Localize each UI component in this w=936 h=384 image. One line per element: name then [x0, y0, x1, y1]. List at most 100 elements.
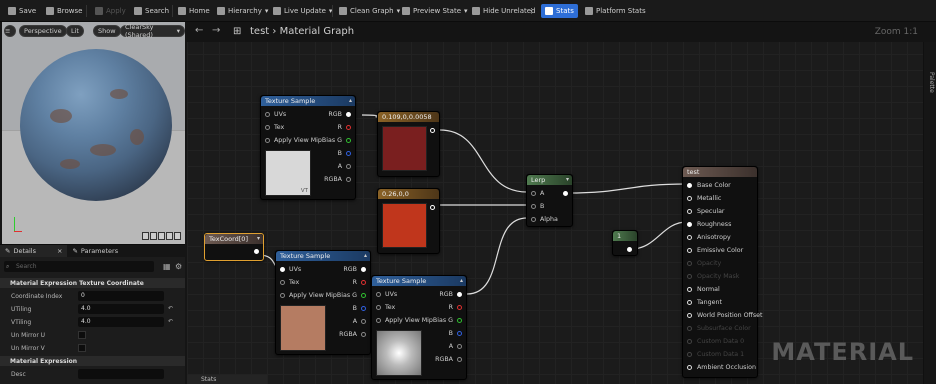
pin-output[interactable] — [254, 249, 259, 254]
pin-a[interactable] — [361, 319, 366, 324]
live-update-button[interactable]: Live Update ▾ — [273, 4, 332, 18]
pin-mipbias[interactable] — [376, 318, 381, 323]
pin-tangent[interactable] — [687, 300, 692, 305]
pin-rgb[interactable] — [457, 292, 462, 297]
details-search-input[interactable]: Search — [4, 261, 154, 272]
pin-rgb[interactable] — [346, 112, 351, 117]
pin-subsurface-color[interactable] — [687, 326, 692, 331]
pin-g[interactable] — [361, 293, 366, 298]
pin-custom-data-1[interactable] — [687, 352, 692, 357]
pin-uvs[interactable] — [265, 112, 270, 117]
material-result-node[interactable]: test Base Color Metallic Specular Roughn… — [682, 166, 762, 378]
grid-view-icon[interactable]: ▦ — [163, 262, 171, 271]
chevron-up-icon[interactable]: ▴ — [364, 251, 367, 261]
pin-r[interactable] — [361, 280, 366, 285]
pin-roughness[interactable] — [687, 222, 692, 227]
pin-anisotropy[interactable] — [687, 235, 692, 240]
chevron-down-icon[interactable]: ▾ — [257, 234, 260, 244]
pin-rgba[interactable] — [361, 332, 366, 337]
coordinate-index-field[interactable]: 0 — [78, 291, 164, 301]
pin-alpha[interactable] — [531, 217, 536, 222]
pin-r[interactable] — [457, 305, 462, 310]
pin-mipbias[interactable] — [265, 138, 270, 143]
pin-specular[interactable] — [687, 209, 692, 214]
home-button[interactable]: Home — [178, 4, 210, 18]
pin-mipbias[interactable] — [280, 293, 285, 298]
stats-button[interactable]: Stats — [541, 4, 578, 18]
pin-custom-data-0[interactable] — [687, 339, 692, 344]
lerp-node[interactable]: Lerp ▾ A B Alpha — [526, 174, 573, 227]
sky-dropdown[interactable]: ClearSky (Shared) ▾ — [120, 23, 185, 39]
pin-output[interactable] — [430, 205, 435, 210]
close-icon[interactable]: × — [57, 247, 62, 255]
preview-state-button[interactable]: Preview State ▾ — [402, 4, 468, 18]
pin-normal[interactable] — [687, 287, 692, 292]
pin-uvs[interactable] — [376, 292, 381, 297]
cylinder-icon[interactable] — [142, 232, 149, 240]
pin-b[interactable] — [361, 306, 366, 311]
texcoord-node[interactable]: TexCoord[0] ▾ — [204, 233, 264, 261]
section-material-expression[interactable]: Material Expression — [0, 356, 185, 366]
pin-tex[interactable] — [265, 125, 270, 130]
pin-uvs[interactable] — [280, 267, 285, 272]
tab-parameters[interactable]: ✎ Parameters — [67, 245, 123, 257]
tab-details[interactable]: ✎ Details × — [0, 245, 68, 257]
teapot-icon[interactable] — [174, 232, 181, 240]
pin-tex[interactable] — [376, 305, 381, 310]
texture-sample-node-2[interactable]: Texture Sample ▴ UVs Tex Apply View MipBi… — [275, 250, 371, 355]
hide-unrelated-button[interactable]: Hide Unrelated — [472, 4, 536, 18]
pin-rgba[interactable] — [346, 177, 351, 182]
utiling-field[interactable]: 4.0 — [78, 304, 164, 314]
platform-stats-button[interactable]: Platform Stats — [585, 4, 646, 18]
save-button[interactable]: Save — [8, 4, 36, 18]
pin-a[interactable] — [457, 344, 462, 349]
un-mirror-u-checkbox[interactable] — [78, 331, 86, 339]
pin-g[interactable] — [457, 318, 462, 323]
pin-base-color[interactable] — [687, 183, 692, 188]
section-texture-coordinate[interactable]: Material Expression Texture Coordinate — [0, 278, 185, 288]
pin-g[interactable] — [346, 138, 351, 143]
plane-icon[interactable] — [158, 232, 165, 240]
pin-world-position-offset[interactable] — [687, 313, 692, 318]
pin-emissive[interactable] — [687, 248, 692, 253]
search-button[interactable]: Search — [134, 4, 169, 18]
chevron-up-icon[interactable]: ▴ — [460, 276, 463, 286]
vtiling-field[interactable]: 4.0 — [78, 317, 164, 327]
browse-button[interactable]: Browse — [46, 4, 83, 18]
pin-metallic[interactable] — [687, 196, 692, 201]
perspective-button[interactable]: Perspective — [19, 25, 67, 37]
pin-rgba[interactable] — [457, 357, 462, 362]
settings-icon[interactable]: ⚙ — [175, 262, 182, 271]
preview-viewport[interactable]: ≡ Perspective Lit Show ClearSky (Shared)… — [2, 22, 185, 244]
desc-field[interactable] — [78, 369, 164, 379]
pin-tex[interactable] — [280, 280, 285, 285]
constant-node-1[interactable]: 0.109,0,0.0058 — [377, 111, 440, 177]
pin-b[interactable] — [346, 151, 351, 156]
un-mirror-v-checkbox[interactable] — [78, 344, 86, 352]
scalar-constant-node[interactable]: 1 — [612, 230, 638, 256]
cube-icon[interactable] — [166, 232, 173, 240]
clean-graph-button[interactable]: Clean Graph ▾ — [339, 4, 400, 18]
constant-node-2[interactable]: 0.26,0,0 — [377, 188, 440, 254]
texture-sample-node-3[interactable]: Texture Sample ▴ UVs Tex Apply View MipBi… — [371, 275, 467, 380]
pin-opacity[interactable] — [687, 261, 692, 266]
pin-rgb[interactable] — [361, 267, 366, 272]
pin-a[interactable] — [531, 191, 536, 196]
pin-output[interactable] — [563, 191, 568, 196]
pin-opacity-mask[interactable] — [687, 274, 692, 279]
chevron-up-icon[interactable]: ▴ — [349, 96, 352, 106]
more-options-button[interactable]: ⋮ — [528, 4, 535, 18]
hierarchy-button[interactable]: Hierarchy ▾ — [217, 4, 268, 18]
reset-icon[interactable]: ↶ — [168, 305, 173, 312]
reset-icon[interactable]: ↶ — [168, 318, 173, 325]
material-graph[interactable]: ← → ⊞ test › Material Graph Zoom 1:1 Pal… — [187, 22, 936, 384]
pin-r[interactable] — [346, 125, 351, 130]
pin-ambient-occlusion[interactable] — [687, 365, 692, 370]
pin-output[interactable] — [430, 128, 435, 133]
texture-sample-node-1[interactable]: Texture Sample ▴ UVs Tex Apply View MipBi… — [260, 95, 356, 200]
sphere-icon[interactable] — [150, 232, 157, 240]
apply-button[interactable]: Apply — [95, 4, 126, 18]
chevron-down-icon[interactable]: ▾ — [566, 175, 569, 185]
show-button[interactable]: Show — [93, 25, 121, 37]
pin-a[interactable] — [346, 164, 351, 169]
